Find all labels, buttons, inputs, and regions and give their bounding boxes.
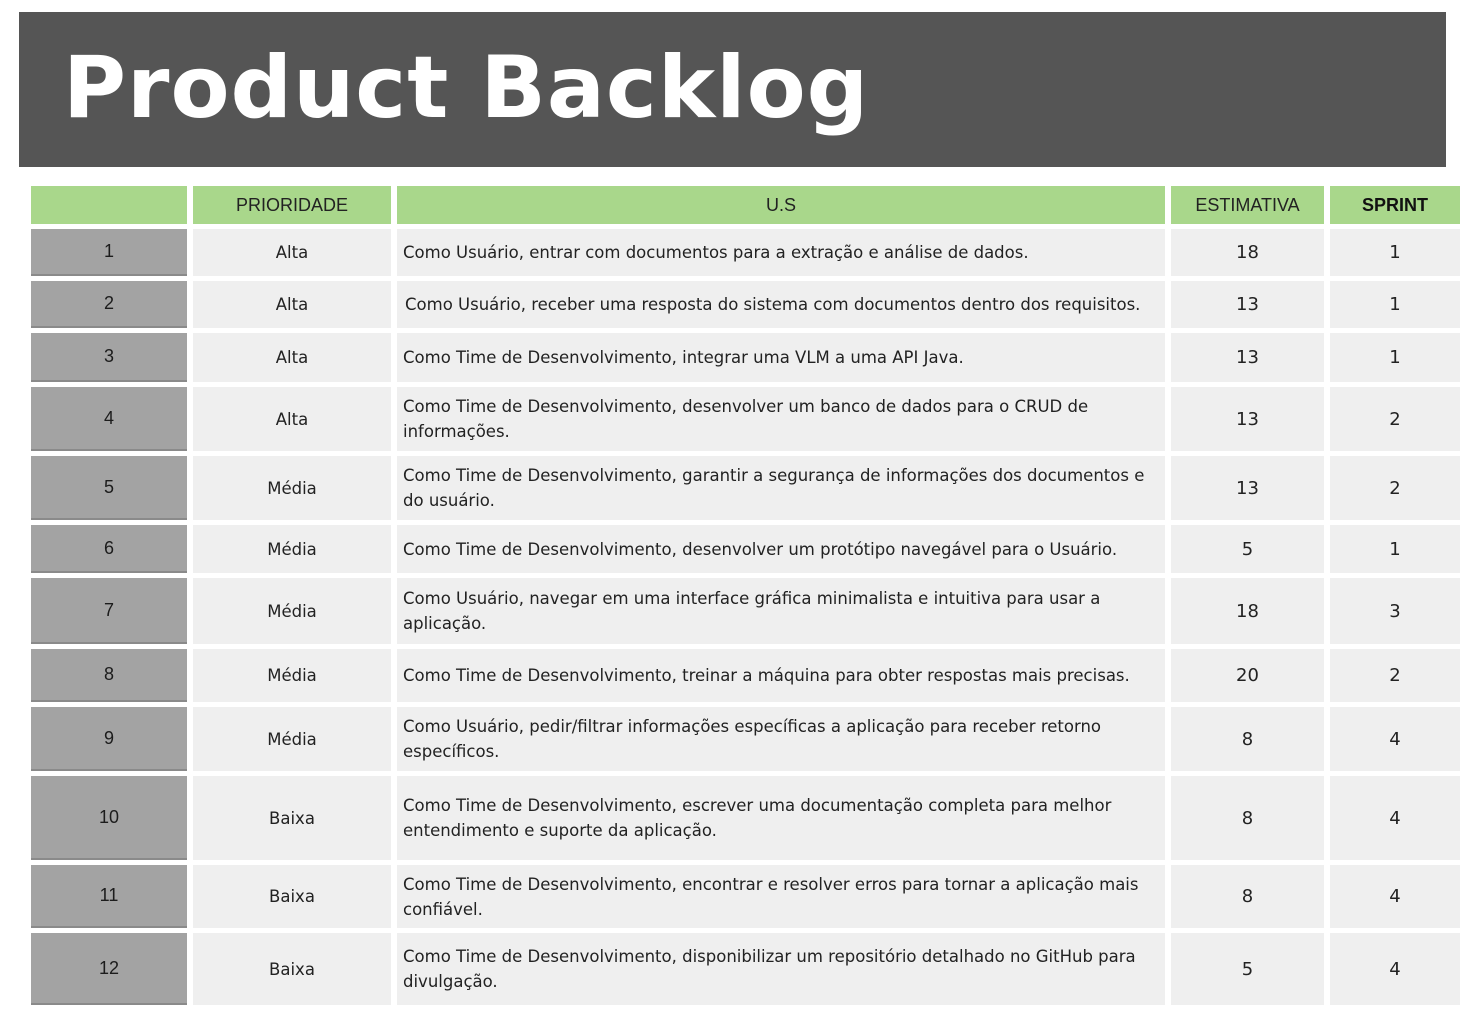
header-id xyxy=(31,186,187,224)
header-priority: PRIORIDADE xyxy=(193,186,391,224)
row-estimate: 13 xyxy=(1171,281,1324,328)
row-id: 5 xyxy=(31,456,187,520)
row-sprint: 1 xyxy=(1330,525,1460,573)
row-id: 4 xyxy=(31,387,187,451)
row-sprint: 3 xyxy=(1330,578,1460,644)
row-estimate: 13 xyxy=(1171,387,1324,451)
row-priority: Alta xyxy=(193,229,391,276)
row-id: 1 xyxy=(31,229,187,276)
header-estimate: ESTIMATIVA xyxy=(1171,186,1324,224)
row-priority: Alta xyxy=(193,387,391,451)
row-priority: Média xyxy=(193,456,391,520)
table-row: 10 Baixa Como Time de Desenvolvimento, e… xyxy=(31,776,1460,860)
row-estimate: 18 xyxy=(1171,229,1324,276)
row-priority: Baixa xyxy=(193,933,391,1005)
row-id: 10 xyxy=(31,776,187,860)
row-sprint: 4 xyxy=(1330,707,1460,771)
header-sprint: SPRINT xyxy=(1330,186,1460,224)
row-id: 2 xyxy=(31,281,187,328)
row-story: Como Usuário, receber uma resposta do si… xyxy=(397,281,1165,328)
row-id: 3 xyxy=(31,333,187,382)
row-sprint: 4 xyxy=(1330,865,1460,928)
row-story: Como Time de Desenvolvimento, desenvolve… xyxy=(397,525,1165,573)
table-row: 11 Baixa Como Time de Desenvolvimento, e… xyxy=(31,865,1460,928)
row-sprint: 4 xyxy=(1330,776,1460,860)
row-priority: Média xyxy=(193,578,391,644)
table-row: 1 Alta Como Usuário, entrar com document… xyxy=(31,229,1460,276)
table-row: 4 Alta Como Time de Desenvolvimento, des… xyxy=(31,387,1460,451)
row-priority: Alta xyxy=(193,281,391,328)
row-story: Como Time de Desenvolvimento, disponibil… xyxy=(397,933,1165,1005)
row-id: 9 xyxy=(31,707,187,771)
row-estimate: 8 xyxy=(1171,865,1324,928)
row-story: Como Time de Desenvolvimento, escrever u… xyxy=(397,776,1165,860)
row-estimate: 5 xyxy=(1171,933,1324,1005)
row-priority: Baixa xyxy=(193,865,391,928)
row-sprint: 2 xyxy=(1330,649,1460,702)
table-row: 6 Média Como Time de Desenvolvimento, de… xyxy=(31,525,1460,573)
row-story: Como Time de Desenvolvimento, garantir a… xyxy=(397,456,1165,520)
row-estimate: 8 xyxy=(1171,707,1324,771)
table-row: 5 Média Como Time de Desenvolvimento, ga… xyxy=(31,456,1460,520)
row-story: Como Usuário, navegar em uma interface g… xyxy=(397,578,1165,644)
row-story: Como Time de Desenvolvimento, encontrar … xyxy=(397,865,1165,928)
row-priority: Média xyxy=(193,649,391,702)
row-estimate: 13 xyxy=(1171,333,1324,382)
row-id: 12 xyxy=(31,933,187,1005)
row-priority: Alta xyxy=(193,333,391,382)
table-row: 8 Média Como Time de Desenvolvimento, tr… xyxy=(31,649,1460,702)
row-estimate: 20 xyxy=(1171,649,1324,702)
row-id: 7 xyxy=(31,578,187,644)
row-story: Como Usuário, pedir/filtrar informações … xyxy=(397,707,1165,771)
table-row: 7 Média Como Usuário, navegar em uma int… xyxy=(31,578,1460,644)
row-estimate: 13 xyxy=(1171,456,1324,520)
row-priority: Baixa xyxy=(193,776,391,860)
row-sprint: 1 xyxy=(1330,229,1460,276)
row-id: 11 xyxy=(31,865,187,928)
table-row: 3 Alta Como Time de Desenvolvimento, int… xyxy=(31,333,1460,382)
row-id: 8 xyxy=(31,649,187,702)
row-story: Como Usuário, entrar com documentos para… xyxy=(397,229,1165,276)
row-estimate: 18 xyxy=(1171,578,1324,644)
row-story: Como Time de Desenvolvimento, treinar a … xyxy=(397,649,1165,702)
table-header-row: PRIORIDADE U.S ESTIMATIVA SPRINT xyxy=(31,186,1460,224)
row-story: Como Time de Desenvolvimento, integrar u… xyxy=(397,333,1165,382)
table-row: 2 Alta Como Usuário, receber uma respost… xyxy=(31,281,1460,328)
row-priority: Média xyxy=(193,525,391,573)
table-row: 9 Média Como Usuário, pedir/filtrar info… xyxy=(31,707,1460,771)
row-id: 6 xyxy=(31,525,187,573)
row-sprint: 1 xyxy=(1330,281,1460,328)
title-banner: Product Backlog xyxy=(19,12,1446,167)
row-priority: Média xyxy=(193,707,391,771)
row-estimate: 5 xyxy=(1171,525,1324,573)
row-sprint: 4 xyxy=(1330,933,1460,1005)
page-title: Product Backlog xyxy=(63,38,870,138)
row-sprint: 1 xyxy=(1330,333,1460,382)
row-estimate: 8 xyxy=(1171,776,1324,860)
row-sprint: 2 xyxy=(1330,456,1460,520)
row-sprint: 2 xyxy=(1330,387,1460,451)
row-story: Como Time de Desenvolvimento, desenvolve… xyxy=(397,387,1165,451)
header-story: U.S xyxy=(397,186,1165,224)
backlog-table: PRIORIDADE U.S ESTIMATIVA SPRINT 1 Alta … xyxy=(25,181,1466,1010)
table-row: 12 Baixa Como Time de Desenvolvimento, d… xyxy=(31,933,1460,1005)
